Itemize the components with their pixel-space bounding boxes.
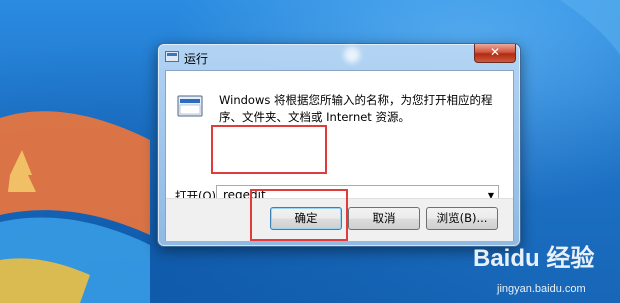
title-bar[interactable]: 运行 ✕ — [158, 44, 520, 70]
run-program-icon — [177, 95, 203, 117]
watermark-brand: Baidu 经验 — [473, 245, 595, 272]
browse-button[interactable]: 浏览(B)... — [426, 207, 498, 230]
watermark-url: jingyan.baidu.com — [497, 283, 586, 295]
ok-highlight-box — [250, 189, 348, 241]
input-highlight-box — [211, 125, 327, 174]
run-description: Windows 将根据您所输入的名称，为您打开相应的程序、文件夹、文档或 Int… — [219, 93, 493, 124]
cancel-button[interactable]: 取消 — [348, 207, 420, 230]
dialog-title: 运行 — [184, 52, 209, 66]
blurred-area — [344, 47, 360, 63]
baidu-watermark: Baidu 经验 — [473, 238, 594, 273]
close-button[interactable]: ✕ — [474, 44, 516, 63]
run-icon — [165, 51, 179, 62]
